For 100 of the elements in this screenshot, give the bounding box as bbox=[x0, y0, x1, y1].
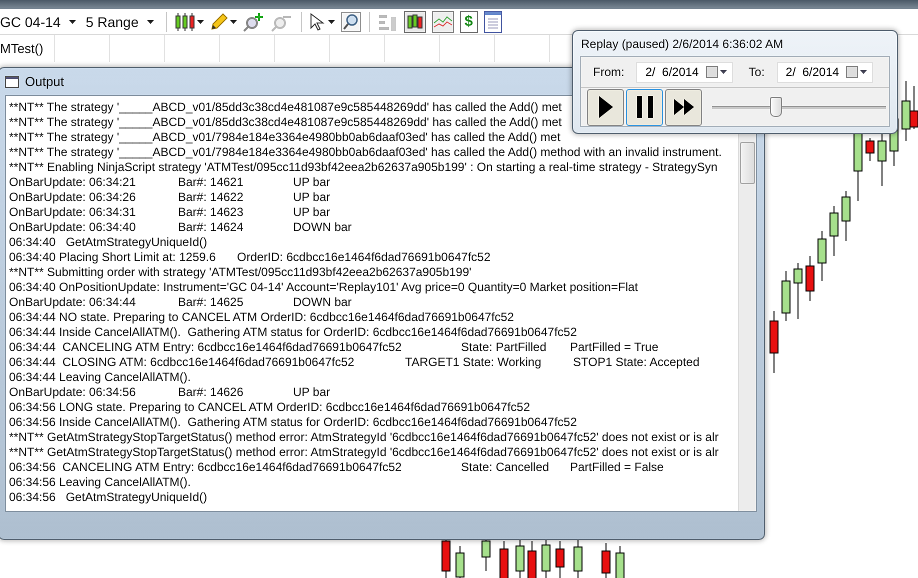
log-text: 06:34:56 LONG state. Preparing to CANCEL ATM OrderID: 6cdbcc16e1464f6dad76691b0647fc52 bbox=[9, 400, 530, 415]
log-text: OrderID: 6cdbcc16e1464f6dad76691b0647fc52 bbox=[237, 250, 491, 265]
slider-thumb[interactable] bbox=[770, 97, 782, 117]
log-text: OnBarUpdate: 06:34:31 bbox=[9, 205, 137, 220]
candle bbox=[770, 310, 778, 374]
calendar-icon bbox=[846, 66, 868, 78]
log-text: UP bar bbox=[293, 175, 330, 190]
log-text: DOWN bar bbox=[293, 220, 352, 235]
log-text: Bar#: 14625 bbox=[178, 295, 244, 310]
form-button[interactable] bbox=[484, 10, 502, 32]
log-text: DOWN bar bbox=[293, 295, 352, 310]
play-button[interactable] bbox=[587, 88, 624, 126]
caret-icon bbox=[146, 20, 154, 24]
caret-icon bbox=[230, 20, 237, 24]
log-text: Bar#: 14624 bbox=[178, 220, 244, 235]
log-text: 06:34:44 CANCELING ATM Entry: 6cdbcc16e1464f6dad76691b0647fc52 bbox=[9, 340, 403, 355]
log-text: 06:34:44 Inside CancelAllATM(). Gathering ATM status for OrderID: 6cdbcc16e1464f6dad76691b0647fc52 bbox=[9, 325, 577, 340]
log-text: **NT** GetAtmStrategyStopTargetStatus() method error: AtmStrategyId '6cdbcc16e1464f6dad76691b0647fc52' does not exist or is alr bbox=[9, 445, 719, 460]
log-text: OnBarUpdate: 06:34:40 bbox=[9, 220, 137, 235]
candle-chart-button[interactable] bbox=[404, 10, 426, 32]
from-label: From: bbox=[593, 65, 624, 79]
log-text: 06:34:44 CLOSING ATM: 6cdbcc16e1464f6dad76691b0647fc52 bbox=[9, 355, 356, 370]
zoom-in-icon bbox=[242, 12, 265, 32]
log-text: Bar#: 14626 bbox=[178, 385, 244, 400]
log-text: 06:34:40 GetAtmStrategyUniqueId() bbox=[9, 235, 208, 250]
log-text: 06:34:56 Leaving CancelAllATM(). bbox=[9, 475, 191, 490]
candle bbox=[910, 86, 918, 130]
candle bbox=[830, 206, 838, 256]
candle bbox=[866, 138, 874, 162]
candle bbox=[806, 256, 814, 302]
calendar-icon bbox=[706, 66, 728, 78]
log-text: **NT** Enabling NinjaScript strategy 'ATMTest/095cc11d93bf42eea2b62637a905b199' : On starting a real-time strategy - StrategySyn bbox=[9, 160, 718, 175]
to-date-field[interactable]: 2/ 6/2014 bbox=[776, 62, 873, 82]
arrow-pointer-icon bbox=[310, 12, 326, 30]
log-text: **NT** The strategy '_____ABCD_v01/85dd3c38cd4e481087e9c585448269dd' has called the Add() met bbox=[9, 100, 562, 115]
caret-icon bbox=[328, 20, 335, 24]
line-chart-button[interactable] bbox=[432, 10, 454, 32]
pause-button[interactable] bbox=[626, 88, 663, 126]
window-icon bbox=[5, 76, 19, 88]
candle bbox=[528, 540, 536, 578]
magnifier-icon bbox=[340, 12, 361, 32]
candle bbox=[556, 540, 564, 578]
candle bbox=[500, 540, 508, 578]
zoom-box-button[interactable] bbox=[340, 10, 361, 32]
log-text: UP bar bbox=[293, 190, 330, 205]
period-dropdown[interactable]: 5 Range bbox=[86, 14, 158, 30]
scrollbar-thumb[interactable] bbox=[740, 142, 755, 184]
log-text: State: Cancelled bbox=[461, 460, 550, 475]
line-chart-icon bbox=[432, 10, 454, 32]
log-text: **NT** GetAtmStrategyStopTargetStatus() method error: AtmStrategyId '6cdbcc16e1464f6dad76691b0647fc52' does not exist or is alr bbox=[9, 430, 719, 445]
dollar-button[interactable]: $ bbox=[460, 10, 478, 32]
log-text: 06:34:56 Inside CancelAllATM(). Gathering ATM status for OrderID: 6cdbcc16e1464f6dad76691b0647fc52 bbox=[9, 415, 577, 430]
log-text: UP bar bbox=[293, 385, 330, 400]
log-text: TARGET1 State: Working bbox=[405, 355, 542, 370]
log-text: OnBarUpdate: 06:34:26 bbox=[9, 190, 137, 205]
log-text: OnBarUpdate: 06:34:44 bbox=[9, 295, 137, 310]
candle bbox=[794, 262, 802, 320]
drawing-tool-button[interactable] bbox=[210, 10, 237, 32]
log-text: 06:34:44 Leaving CancelAllATM(). bbox=[9, 370, 191, 385]
log-text: **NT** The strategy '_____ABCD_v01/7984e184e3364e4980bb0ab6daaf03ed' has called the Add() met bbox=[9, 130, 560, 145]
zoom-in-button[interactable] bbox=[242, 10, 265, 32]
fast-forward-button[interactable] bbox=[665, 88, 702, 126]
pencil-icon bbox=[210, 12, 228, 30]
log-text: **NT** The strategy '_____ABCD_v01/7984e184e3364e4980bb0ab6daaf03ed' has called the Add() method with an invalid instrument. bbox=[9, 145, 722, 160]
speed-slider[interactable] bbox=[712, 97, 886, 117]
candle bbox=[818, 230, 826, 282]
log-text: 06:34:56 CANCELING ATM Entry: 6cdbcc16e1464f6dad76691b0647fc52 bbox=[9, 460, 403, 475]
log-text: State: PartFilled bbox=[461, 340, 548, 355]
candle bbox=[902, 80, 910, 142]
log-text: STOP1 State: Accepted bbox=[573, 355, 700, 370]
candlestick-icon bbox=[174, 12, 195, 30]
fast-forward-icon bbox=[674, 99, 694, 115]
caret-icon bbox=[68, 20, 76, 24]
log-text: PartFilled = False bbox=[570, 460, 664, 475]
log-text: Bar#: 14623 bbox=[178, 205, 244, 220]
window-title: Output bbox=[25, 74, 64, 89]
pause-icon bbox=[636, 96, 652, 118]
log-text: PartFilled = True bbox=[570, 340, 658, 355]
log-text: 06:34:56 GetAtmStrategyUniqueId() bbox=[9, 490, 208, 505]
log-text: 06:34:40 Placing Short Limit at: 1259.6 bbox=[9, 250, 217, 265]
log-text: **NT** Submitting order with strategy 'ATMTest/095cc11d93bf42eea2b62637a905b199' bbox=[9, 265, 472, 280]
window-title: Replay (paused) 2/6/2014 6:36:02 AM bbox=[580, 36, 784, 52]
log-text: 06:34:40 OnPositionUpdate: Instrument='GC 04-14' Account='Replay101' Avg price=0 Quantity=0 Market position=Flat bbox=[9, 280, 638, 295]
log-text: UP bar bbox=[293, 205, 330, 220]
log-text: OnBarUpdate: 06:34:56 bbox=[9, 385, 137, 400]
log-text: Bar#: 14622 bbox=[178, 190, 244, 205]
candle bbox=[456, 546, 464, 578]
candle bbox=[842, 190, 850, 242]
instrument-dropdown[interactable]: GC 04-14 bbox=[0, 14, 80, 30]
play-icon bbox=[598, 96, 612, 118]
pointer-tool-button[interactable] bbox=[310, 10, 335, 32]
candle bbox=[574, 538, 582, 578]
to-label: To: bbox=[748, 65, 765, 79]
indicator-label: MTest() bbox=[0, 41, 44, 56]
log-text: OnBarUpdate: 06:34:21 bbox=[9, 175, 137, 190]
candle bbox=[602, 542, 610, 578]
caret-icon bbox=[196, 20, 204, 24]
from-date-field[interactable]: 2/ 6/2014 bbox=[636, 62, 733, 82]
chart-style-button[interactable] bbox=[174, 10, 204, 32]
candle bbox=[782, 270, 790, 322]
